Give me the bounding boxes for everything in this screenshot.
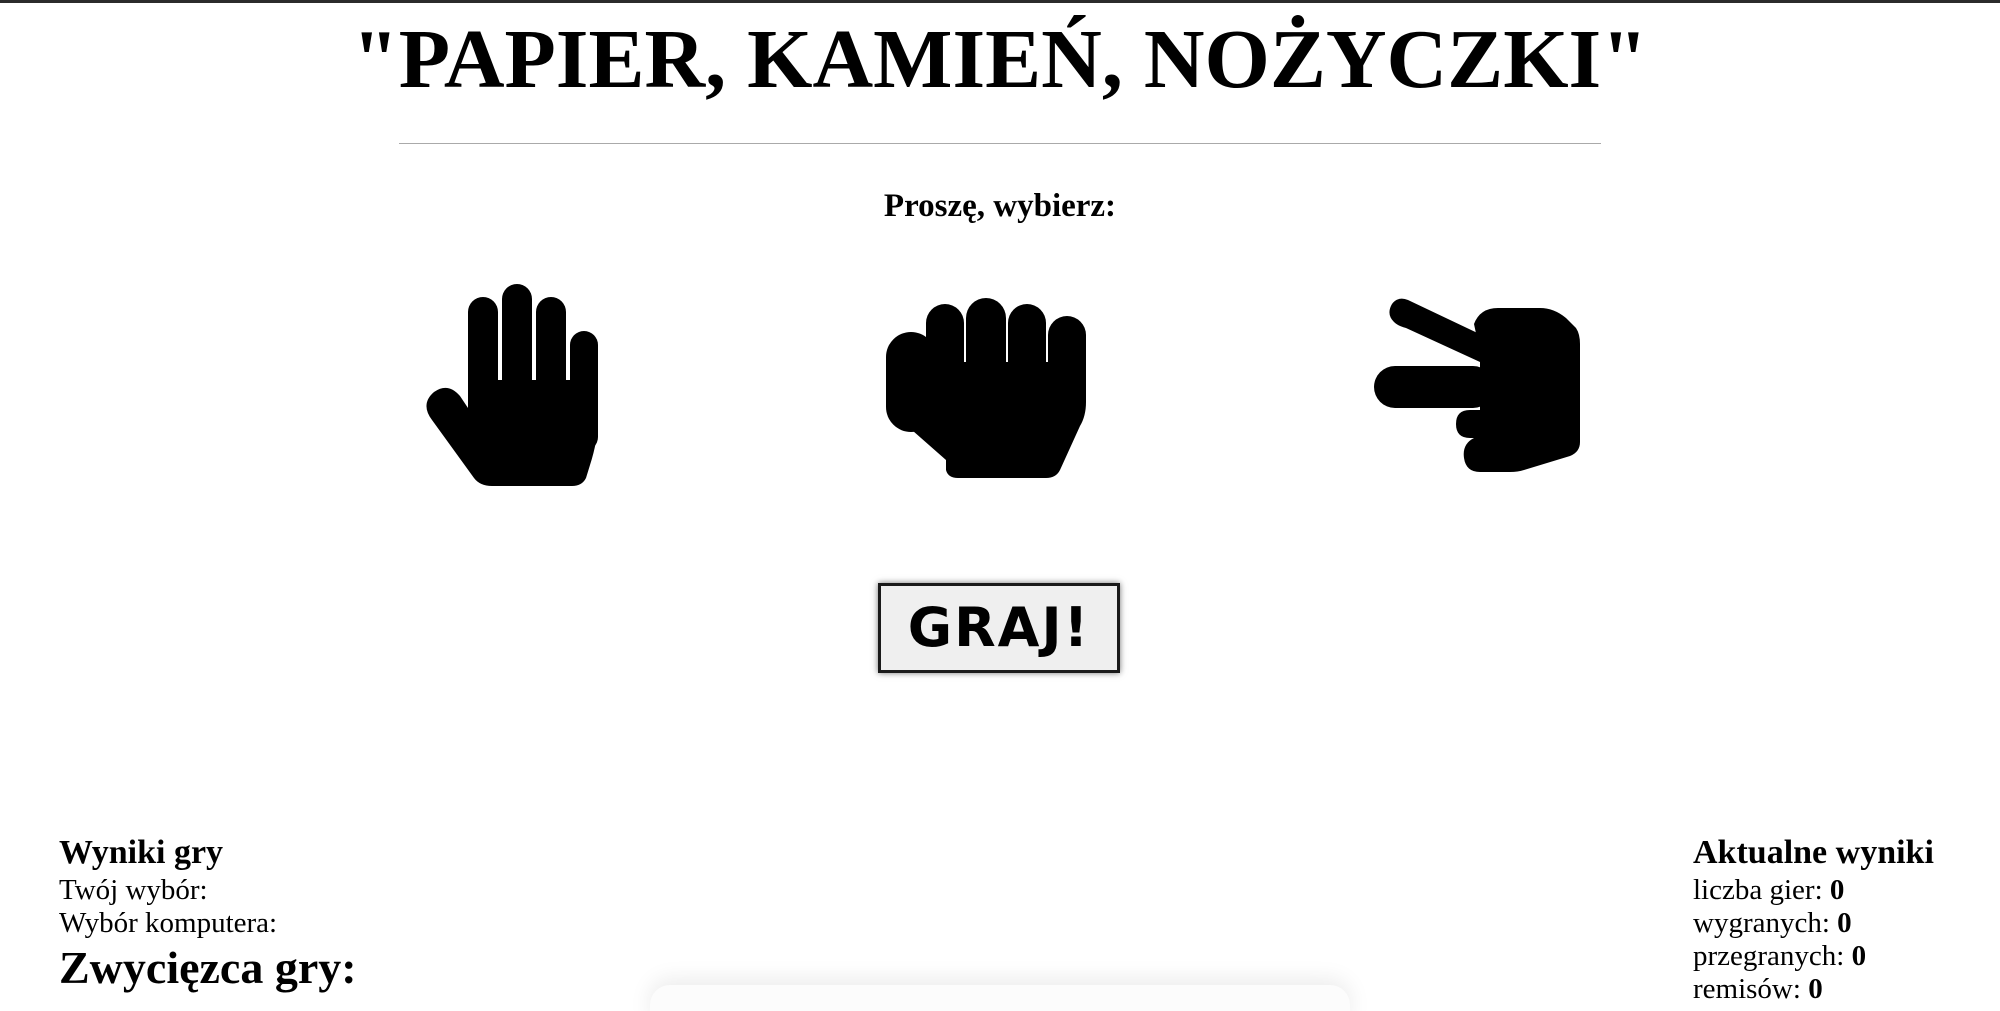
games-count-value: 0 — [1829, 874, 1845, 906]
losses-label: przegranych: — [1693, 940, 1845, 972]
hand-scissors-icon[interactable] — [1370, 292, 1580, 474]
wins-row: wygranych: 0 — [1693, 907, 1993, 940]
losses-row: przegranych: 0 — [1693, 940, 1993, 973]
draws-row: remisów: 0 — [1693, 973, 1993, 1006]
hand-rock-icon[interactable] — [882, 292, 1092, 480]
game-results-heading: Wyniki gry — [59, 834, 224, 871]
page-title: "PAPIER, KAMIEŃ, NOŻYCZKI" — [352, 13, 1648, 106]
top-border — [0, 0, 2000, 3]
your-choice-label: Twój wybór: — [59, 874, 208, 906]
games-count-row: liczba gier: 0 — [1693, 874, 1993, 907]
game-results: Wyniki gry Twój wybór: Wybór komputera: … — [59, 832, 659, 994]
draws-label: remisów: — [1693, 973, 1801, 1005]
hand-paper-icon[interactable] — [420, 280, 610, 490]
draws-value: 0 — [1808, 973, 1823, 1005]
wins-value: 0 — [1837, 907, 1852, 939]
computer-choice-label: Wybór komputera: — [59, 907, 278, 939]
current-results: Aktualne wyniki liczba gier: 0 wygranych… — [1693, 832, 1993, 1006]
game-page: "PAPIER, KAMIEŃ, NOŻYCZKI" Proszę, wybie… — [0, 0, 2000, 1011]
winner-label: Zwycięzca gry: — [59, 942, 357, 993]
wins-label: wygranych: — [1693, 907, 1830, 939]
games-count-label: liczba gier: — [1693, 874, 1823, 906]
divider — [399, 143, 1601, 144]
choice-prompt: Proszę, wybierz: — [883, 188, 1117, 224]
bottom-panel-edge — [650, 985, 1350, 1011]
losses-value: 0 — [1851, 940, 1867, 972]
play-button[interactable]: GRAJ! — [878, 583, 1120, 673]
current-results-heading: Aktualne wyniki — [1693, 834, 1934, 871]
